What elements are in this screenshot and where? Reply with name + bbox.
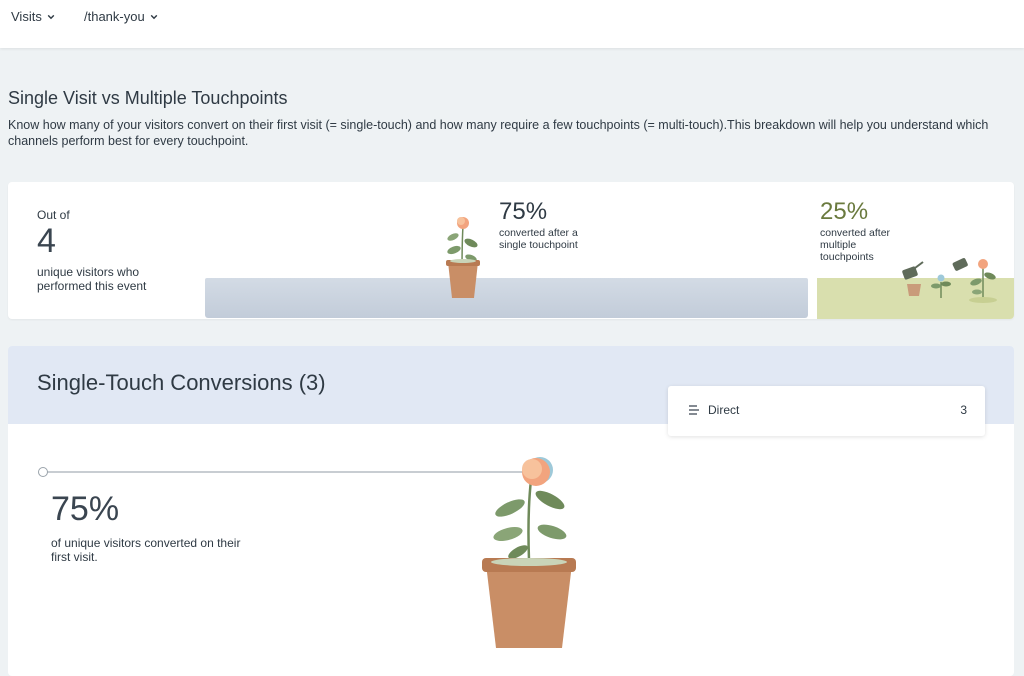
- list-icon: [689, 405, 699, 415]
- section-description: Know how many of your visitors convert o…: [8, 118, 989, 148]
- progress-track: [42, 471, 526, 473]
- top-bar: Visits /thank-you: [0, 0, 1024, 48]
- chevron-down-icon: [150, 14, 158, 19]
- visitors-description: unique visitors who performed this event: [37, 265, 147, 293]
- single-touch-big-description: of unique visitors converted on their fi…: [51, 536, 241, 564]
- garden-illustration-icon: [902, 258, 997, 303]
- flower-pot-icon: [482, 457, 576, 648]
- channel-row-direct[interactable]: Direct 3: [668, 386, 985, 436]
- page-dropdown-label: /thank-you: [84, 9, 145, 24]
- metric-dropdown[interactable]: Visits: [11, 9, 55, 24]
- multi-touch-percent: 25%: [820, 198, 869, 225]
- single-touch-big-percent: 75%: [51, 490, 120, 528]
- touchpoints-overview-card: Out of 4 unique visitors who performed t…: [8, 182, 1014, 319]
- visitors-count: 4: [37, 222, 56, 260]
- single-touch-title: Single-Touch Conversions (3): [37, 370, 326, 395]
- progress-handle[interactable]: [38, 467, 48, 477]
- single-touch-percent: 75%: [499, 198, 548, 225]
- multi-touch-description: converted after multiple touchpoints: [820, 227, 891, 263]
- out-of-label: Out of: [37, 208, 70, 222]
- chevron-down-icon: [47, 14, 55, 19]
- single-touch-description: converted after a single touchpoint: [499, 227, 578, 251]
- metric-dropdown-label: Visits: [11, 9, 42, 24]
- single-touch-bar[interactable]: [205, 278, 808, 318]
- single-touch-card: Single-Touch Conversions (3) Direct 3 75…: [8, 346, 1014, 676]
- channel-count: 3: [960, 403, 967, 417]
- page-dropdown[interactable]: /thank-you: [84, 9, 158, 24]
- flower-pot-icon: [446, 217, 480, 298]
- section-title: Single Visit vs Multiple Touchpoints: [8, 88, 288, 108]
- channel-name: Direct: [708, 403, 740, 417]
